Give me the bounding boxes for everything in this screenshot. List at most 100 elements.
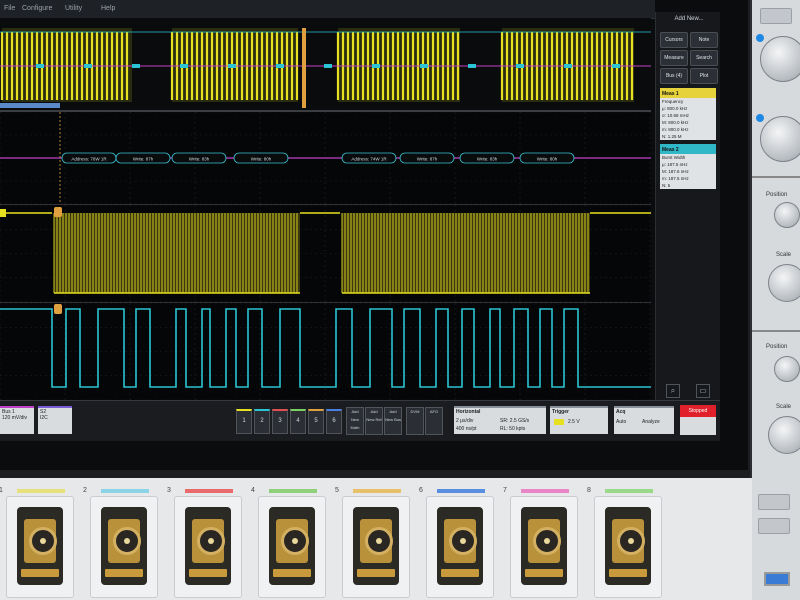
menu-file[interactable]: File	[4, 5, 15, 12]
acquisition-badge[interactable]: Acq Auto Analyze	[614, 406, 674, 434]
bus-decode-pane[interactable]: Address: 76W 1R Write: 87h Write: 83h Write…	[0, 112, 651, 205]
bus-packet-label: Address: 76W 1R	[71, 157, 107, 162]
measurement-row: M: 800.0 kHz	[662, 120, 689, 125]
channel-2-button[interactable]: 2	[254, 409, 270, 434]
trigger-title: Trigger	[552, 409, 569, 415]
probe-input-8[interactable]: 8	[587, 487, 662, 598]
channel-2-trace	[0, 303, 651, 400]
front-control-panel: Position Scale Position Scale	[752, 0, 800, 600]
probe-channel-number: 2	[83, 487, 87, 494]
connector-contact-bar	[189, 569, 227, 577]
connector-plate	[528, 519, 561, 563]
channel-5-button[interactable]: 5	[308, 409, 324, 434]
afg-button[interactable]: AFG	[425, 407, 443, 435]
multipurpose-knob-a[interactable]	[760, 36, 800, 82]
dvm-button[interactable]: DVM	[406, 407, 424, 435]
bus-badge[interactable]: Bus 1 120 mV/div	[0, 406, 34, 434]
channel-2-pane[interactable]	[0, 303, 651, 401]
add-bus-button[interactable]: Add New Bus	[384, 407, 402, 435]
measure-button[interactable]: Measure	[660, 50, 688, 66]
probe-input-2[interactable]: 2	[83, 487, 158, 598]
measurement-badge-2[interactable]: Meas 2 Burst Width μ: 187.5 nHz M: 187.6…	[660, 144, 716, 189]
tekvpi-connector	[353, 507, 399, 585]
channel-6-button[interactable]: 6	[326, 409, 342, 434]
decode-marker	[420, 64, 428, 68]
plot-button[interactable]: Plot	[690, 68, 718, 84]
connector-contact-bar	[525, 569, 563, 577]
tekvpi-connector	[605, 507, 651, 585]
overview-waveform-pane[interactable]	[0, 18, 651, 112]
horizontal-scale: 2 μs/div	[456, 418, 474, 424]
bnc-center	[292, 538, 298, 544]
probe-input-3[interactable]: 3	[167, 487, 242, 598]
menu-bar: File Configure Utility Help	[0, 0, 655, 19]
measurement-row: μ: 187.5 nHz	[662, 162, 688, 167]
channel-3-button[interactable]: 3	[272, 409, 288, 434]
trigger-marker	[302, 28, 306, 108]
bnc-center	[124, 538, 130, 544]
vertical-scale-label: Scale	[776, 252, 792, 258]
bnc-center	[544, 538, 550, 544]
bnc-center	[376, 538, 382, 544]
bnc-ring	[617, 527, 645, 555]
multipurpose-knob-b[interactable]	[760, 116, 800, 162]
horizontal-scale-knob[interactable]	[768, 416, 800, 454]
bus-button[interactable]: Bus (4)	[660, 68, 688, 84]
bnc-ring	[197, 527, 225, 555]
probe-input-5[interactable]: 5	[335, 487, 410, 598]
panel-button[interactable]	[758, 518, 790, 534]
probe-channel-number: 7	[503, 487, 507, 494]
channel-color-strip	[353, 489, 401, 493]
channel-color-strip	[269, 489, 317, 493]
divider	[752, 330, 800, 332]
measurement-badge-1[interactable]: Meas 1 Frequency μ: 800.0 kHz σ: 10.68 m…	[660, 88, 716, 140]
horizontal-sample-rate: SR: 2.5 GS/s	[500, 418, 530, 424]
channel-color-strip	[17, 489, 65, 493]
tekvpi-connector	[521, 507, 567, 585]
add-math-button[interactable]: Add New Math	[346, 407, 364, 435]
magnifier-icon[interactable]: ⌕	[666, 384, 680, 398]
measurement-row: μ: 800.0 kHz	[662, 106, 688, 111]
horizontal-badge[interactable]: Horizontal 2 μs/div SR: 2.5 GS/s 400 ns/…	[454, 406, 546, 434]
channel-color-strip	[101, 489, 149, 493]
channel-1-button[interactable]: 1	[236, 409, 252, 434]
probe-input-6[interactable]: 6	[419, 487, 494, 598]
vertical-position-knob[interactable]	[774, 202, 800, 228]
measurement-2-header: Meas 2	[660, 146, 716, 154]
bus-2-badge-value: I2C	[40, 415, 48, 421]
connector-contact-bar	[273, 569, 311, 577]
channel-color-strip	[605, 489, 653, 493]
bus-decode-trace: Address: 76W 1R Write: 87h Write: 83h Write…	[0, 112, 651, 204]
search-button[interactable]: Search	[690, 50, 718, 66]
probe-input-7[interactable]: 7	[503, 487, 578, 598]
cursors-button[interactable]: Cursors	[660, 32, 688, 48]
decode-marker	[132, 64, 140, 68]
trigger-level: 2.5 V	[568, 419, 580, 425]
measurement-row: N: 1.25 M	[662, 134, 682, 139]
bus-packet-label: Write: 83h	[189, 157, 210, 162]
trigger-badge[interactable]: Trigger 2.5 V	[550, 406, 608, 434]
horizontal-scale-label: Scale	[776, 404, 792, 410]
menu-utility[interactable]: Utility	[65, 5, 82, 12]
add-ref-button[interactable]: Add New Ref	[365, 407, 383, 435]
horizontal-position-knob[interactable]	[774, 356, 800, 382]
panel-button[interactable]	[758, 494, 790, 510]
channel-1-pane[interactable]	[0, 205, 651, 303]
menu-help[interactable]: Help	[101, 5, 115, 12]
probe-input-1[interactable]: 1	[0, 487, 74, 598]
acquisition-title: Acq	[616, 409, 626, 415]
decode-marker	[180, 64, 188, 68]
horizontal-title: Horizontal	[456, 409, 481, 415]
bus-2-badge[interactable]: S2 I2C	[38, 406, 72, 434]
channel-4-button[interactable]: 4	[290, 409, 306, 434]
menu-configure[interactable]: Configure	[22, 5, 52, 12]
bus-badge-value: 120 mV/div	[2, 415, 28, 421]
connector-plate	[360, 519, 393, 563]
bnc-ring	[113, 527, 141, 555]
probe-input-4[interactable]: 4	[251, 487, 326, 598]
panel-button-top[interactable]	[760, 8, 792, 24]
vertical-scale-knob[interactable]	[768, 264, 800, 302]
run-stop-indicator[interactable]: Stopped	[680, 405, 716, 435]
note-button[interactable]: Note	[690, 32, 718, 48]
trash-icon[interactable]: ▭	[696, 384, 710, 398]
